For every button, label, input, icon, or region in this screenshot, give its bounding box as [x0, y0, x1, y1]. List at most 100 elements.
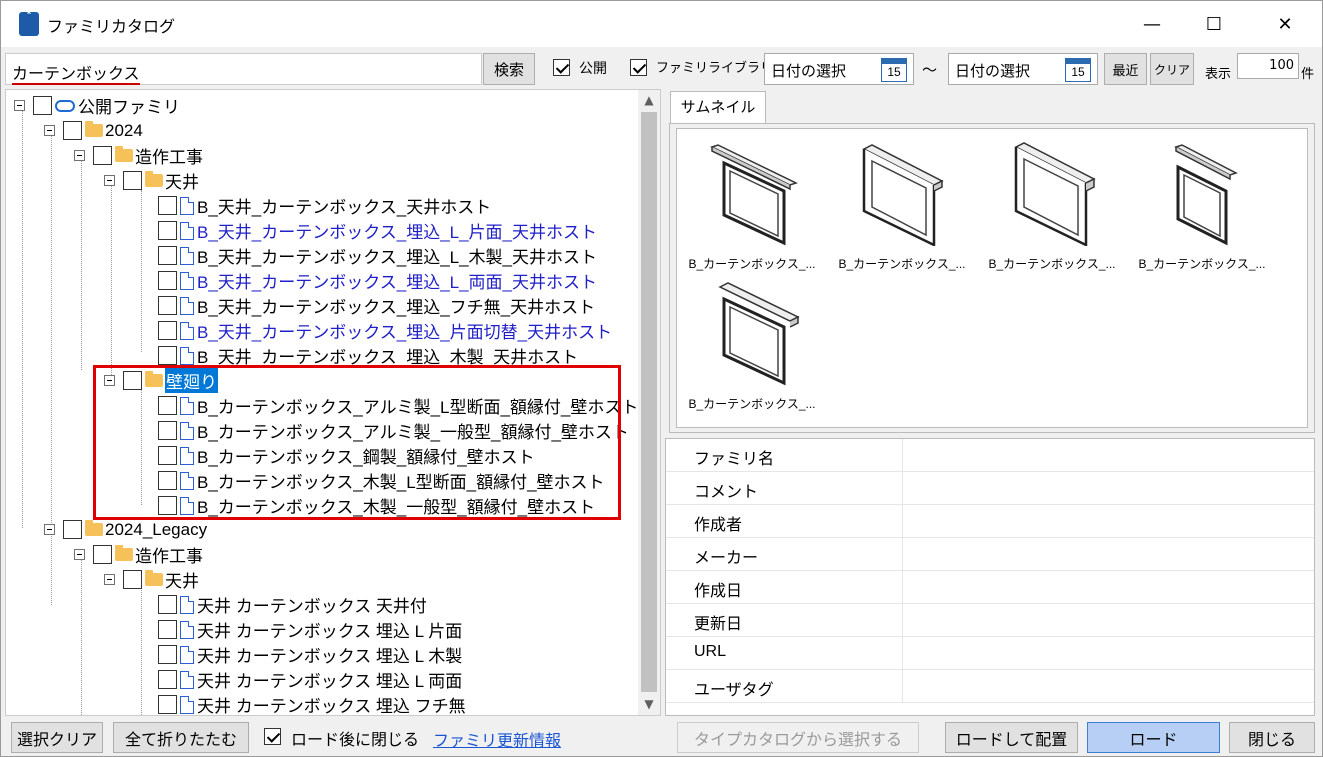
date-from-picker[interactable]: 日付の選択 15 [764, 53, 914, 85]
tree-leaf-family[interactable]: 天井 カーテンボックス 天井付 [158, 592, 427, 617]
collapse-icon[interactable] [74, 549, 85, 560]
tree-checkbox[interactable] [158, 595, 177, 614]
scroll-down-icon[interactable]: ▼ [638, 694, 660, 714]
scroll-thumb[interactable] [641, 112, 657, 692]
tree-node-2024-legacy[interactable]: 2024_Legacy [44, 517, 207, 542]
property-key: コメント [694, 484, 759, 501]
collapse-icon[interactable] [44, 524, 55, 535]
tree-leaf-family[interactable]: 天井 カーテンボックス 埋込 L 木製 [158, 642, 462, 667]
tree-node-zousaku[interactable]: 造作工事 [74, 143, 203, 168]
tree-checkbox[interactable] [93, 146, 112, 165]
thumbnail-item[interactable]: B_カーテンボックス_... [1132, 137, 1272, 272]
count-input[interactable]: 100 [1237, 53, 1299, 79]
tree-checkbox[interactable] [158, 346, 177, 365]
tree-leaf-family[interactable]: B_天井_カーテンボックス_埋込_片面切替_天井ホスト [158, 318, 612, 343]
thumbnail-caption: B_カーテンボックス_... [688, 257, 816, 271]
curtain-box-wall-icon [710, 144, 798, 246]
load-button[interactable]: ロード [1087, 722, 1220, 753]
tree-checkbox[interactable] [93, 545, 112, 564]
recent-button[interactable]: 最近 [1104, 53, 1147, 85]
tree-leaf-family[interactable]: 天井 カーテンボックス 埋込 フチ無 [158, 692, 466, 715]
tree-checkbox[interactable] [158, 196, 177, 215]
property-row[interactable]: ファミリ名 [666, 439, 1314, 472]
property-row[interactable]: ユーザタグ [666, 670, 1314, 703]
load-and-place-button[interactable]: ロードして配置 [945, 722, 1078, 753]
family-library-checkbox[interactable] [630, 59, 647, 76]
thumbnail-item[interactable]: B_カーテンボックス_... [832, 137, 972, 272]
collapse-all-button[interactable]: 全て折りたたむ [113, 722, 249, 753]
tree-checkbox[interactable] [158, 221, 177, 240]
curtain-box-wall-icon [1174, 144, 1238, 246]
tree-leaf-family[interactable]: B_天井_カーテンボックス_天井ホスト [158, 193, 491, 218]
collapse-icon[interactable] [44, 125, 55, 136]
thumbnail-pane: B_カーテンボックス_... B_カーテンボックス_... B_カーテンボックス… [669, 123, 1315, 433]
tree-leaf-family[interactable]: B_天井_カーテンボックス_埋込_L_木製_天井ホスト [158, 243, 597, 268]
close-button[interactable]: 閉じる [1229, 722, 1315, 753]
tree-checkbox[interactable] [63, 520, 82, 539]
tree-node-public-family[interactable]: 公開ファミリ [14, 93, 180, 118]
tree-checkbox[interactable] [158, 695, 177, 714]
tree-node-tenjo[interactable]: 天井 [104, 168, 199, 193]
tree-node-2024[interactable]: 2024 [44, 118, 143, 143]
property-row[interactable]: コメント [666, 472, 1314, 505]
calendar-icon[interactable]: 15 [881, 58, 907, 82]
collapse-icon[interactable] [74, 150, 85, 161]
public-checkbox[interactable] [553, 59, 570, 76]
date-to-picker[interactable]: 日付の選択 15 [948, 53, 1098, 85]
close-icon: ✕ [1277, 13, 1293, 35]
thumbnail-item[interactable]: B_カーテンボックス_... [682, 137, 822, 272]
tree-checkbox[interactable] [123, 171, 142, 190]
tree-leaf-family[interactable]: 天井 カーテンボックス 埋込 L 片面 [158, 617, 462, 642]
property-row[interactable]: URL [666, 637, 1314, 670]
tree-leaf-family[interactable]: B_天井_カーテンボックス_埋込_L_両面_天井ホスト [158, 268, 597, 293]
property-key: 更新日 [694, 616, 743, 633]
select-from-type-catalog-button[interactable]: タイプカタログから選択する [677, 722, 919, 753]
tree-checkbox[interactable] [158, 645, 177, 664]
tree-checkbox[interactable] [123, 570, 142, 589]
tree-leaf-family[interactable]: B_天井_カーテンボックス_埋込_L_片面_天井ホスト [158, 218, 597, 243]
thumbnail-item[interactable]: B_カーテンボックス_... [982, 137, 1122, 272]
family-update-info-link[interactable]: ファミリ更新情報 [433, 727, 561, 751]
tree-checkbox[interactable] [158, 670, 177, 689]
minimize-button[interactable]: — [1121, 1, 1183, 47]
property-divider [902, 571, 903, 603]
clear-selection-button[interactable]: 選択クリア [11, 722, 103, 753]
maximize-button[interactable]: ☐ [1183, 1, 1245, 47]
collapse-icon[interactable] [14, 100, 25, 111]
thumbnail-item[interactable]: B_カーテンボックス_... [682, 277, 822, 412]
tree-checkbox[interactable] [158, 271, 177, 290]
tree-node-legacy-tenjo[interactable]: 天井 [104, 567, 199, 592]
family-file-icon [180, 645, 194, 664]
tree-node-legacy-zousaku[interactable]: 造作工事 [74, 542, 203, 567]
family-file-icon [180, 271, 194, 290]
collapse-icon[interactable] [104, 175, 115, 186]
tab-thumbnail[interactable]: サムネイル [670, 91, 766, 124]
search-button[interactable]: 検索 [483, 53, 535, 85]
show-count-label: 表示 [1205, 66, 1232, 81]
tree-checkbox[interactable] [33, 96, 52, 115]
tree-checkbox[interactable] [158, 296, 177, 315]
calendar-icon[interactable]: 15 [1065, 58, 1091, 82]
property-row[interactable]: 更新日 [666, 604, 1314, 637]
tree-leaf-label: B_天井_カーテンボックス_埋込_フチ無_天井ホスト [197, 298, 596, 317]
close-after-load-checkbox[interactable] [264, 728, 281, 745]
tree-leaf-family[interactable]: 天井 カーテンボックス 埋込 L 両面 [158, 667, 462, 692]
tree-checkbox[interactable] [63, 121, 82, 140]
search-input[interactable]: カーテンボックス [5, 53, 482, 85]
property-row[interactable]: 作成者 [666, 505, 1314, 538]
tree-leaf-label: B_天井_カーテンボックス_天井ホスト [197, 198, 492, 217]
scroll-up-icon[interactable]: ▲ [638, 90, 660, 110]
tree-scrollbar[interactable]: ▲ ▼ [638, 90, 660, 715]
tree-checkbox[interactable] [158, 321, 177, 340]
property-row[interactable]: メーカー [666, 538, 1314, 571]
collapse-icon[interactable] [104, 574, 115, 585]
tree-leaf-label: B_天井_カーテンボックス_埋込_L_両面_天井ホスト [197, 273, 598, 292]
family-file-icon [180, 346, 194, 365]
property-row[interactable]: 作成日 [666, 571, 1314, 604]
property-key: メーカー [694, 550, 759, 567]
close-window-button[interactable]: ✕ [1254, 1, 1316, 47]
tree-checkbox[interactable] [158, 246, 177, 265]
tree-checkbox[interactable] [158, 620, 177, 639]
clear-date-button[interactable]: クリア [1150, 53, 1194, 85]
tree-leaf-family[interactable]: B_天井_カーテンボックス_埋込_フチ無_天井ホスト [158, 293, 595, 318]
